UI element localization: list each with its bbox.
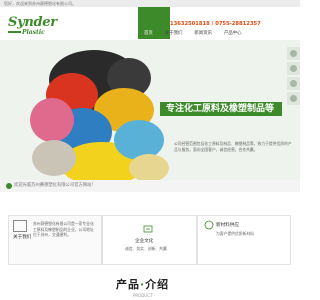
card-materials-text: 为客户提供优质新材料 — [216, 231, 254, 236]
card-about-text: 苏州赛德塑化有限公司是一家专业化工原料及橡塑制品的企业，公司地址位于苏州，交通便… — [33, 221, 94, 237]
banner-headline: 专注化工原料及橡塑制品等 — [166, 104, 275, 114]
card-materials[interactable]: 新材料供应 为客户提供优质新材料 — [197, 215, 291, 265]
nav-item-news[interactable]: 新闻资讯 — [188, 29, 218, 38]
feature-cards: 关于我们 苏州赛德塑化有限公司是一家专业化工原料及橡塑制品的企业，公司地址位于苏… — [8, 215, 291, 265]
products-title-b: 介绍 — [145, 278, 170, 291]
card-about[interactable]: 关于我们 苏州赛德塑化有限公司是一家专业化工原料及橡塑制品的企业，公司地址位于苏… — [8, 215, 102, 265]
hero-banner: 专注化工原料及橡塑制品等 公司经营范围包括化工原料及制品、橡塑制品等，致力于提供… — [0, 40, 300, 180]
side-wechat-button[interactable] — [287, 62, 300, 75]
nav-item-home[interactable]: 首页 — [138, 29, 159, 38]
about-icon — [13, 220, 27, 232]
nav-item-products[interactable]: 产品中心 — [218, 29, 248, 38]
side-top-button[interactable] — [287, 92, 300, 105]
side-phone-button[interactable] — [287, 47, 300, 60]
materials-icon — [204, 220, 214, 230]
card-culture-text: 诚信、务实、创新、共赢 — [125, 246, 167, 251]
logo-sub-text: Plastic — [22, 29, 45, 36]
logo-main-text: Synder — [8, 15, 57, 30]
welcome-text: 您好，欢迎来到苏州赛德塑化有限公司。 — [4, 1, 76, 6]
card-culture-title: 企业文化 — [135, 239, 154, 244]
culture-icon — [143, 225, 153, 233]
products-section-header: 产品·介绍 PRODUCT — [0, 272, 300, 300]
card-materials-title: 新材料供应 — [216, 223, 239, 228]
products-title: 产品·介绍 — [116, 276, 169, 292]
main-nav: 首页 关于我们 新闻资讯 产品中心 — [138, 29, 248, 38]
phone-icon — [290, 50, 297, 57]
floating-side-buttons — [287, 47, 300, 107]
card-culture[interactable]: 企业文化 诚信、务实、创新、共赢 — [102, 215, 197, 265]
products-subtitle: PRODUCT — [133, 293, 153, 298]
notice-bar: 欢迎光临苏州赛德塑化有限公司官方网站！ — [0, 180, 300, 192]
arrow-up-icon — [290, 95, 297, 102]
hotline-number: 13632501818 / 0755-28812357 — [170, 21, 261, 27]
notice-text: 欢迎光临苏州赛德塑化有限公司官方网站！ — [14, 183, 96, 188]
banner-description: 公司经营范围包括化工原料及制品、橡塑制品等，致力于提供优质的产品与服务，面向全国… — [174, 141, 292, 152]
notice-icon — [6, 183, 12, 189]
qq-icon — [290, 80, 297, 87]
site-logo[interactable]: Synder Plastic — [8, 15, 60, 40]
logo-bar — [8, 31, 21, 33]
card-about-title: 关于我们 — [13, 235, 32, 240]
plastic-pellets-image — [30, 50, 169, 180]
nav-item-about[interactable]: 关于我们 — [159, 29, 189, 38]
wechat-icon — [290, 65, 297, 72]
banner-headline-bar: 专注化工原料及橡塑制品等 — [160, 102, 282, 116]
products-title-a: 产品 — [116, 278, 140, 291]
side-qq-button[interactable] — [287, 77, 300, 90]
